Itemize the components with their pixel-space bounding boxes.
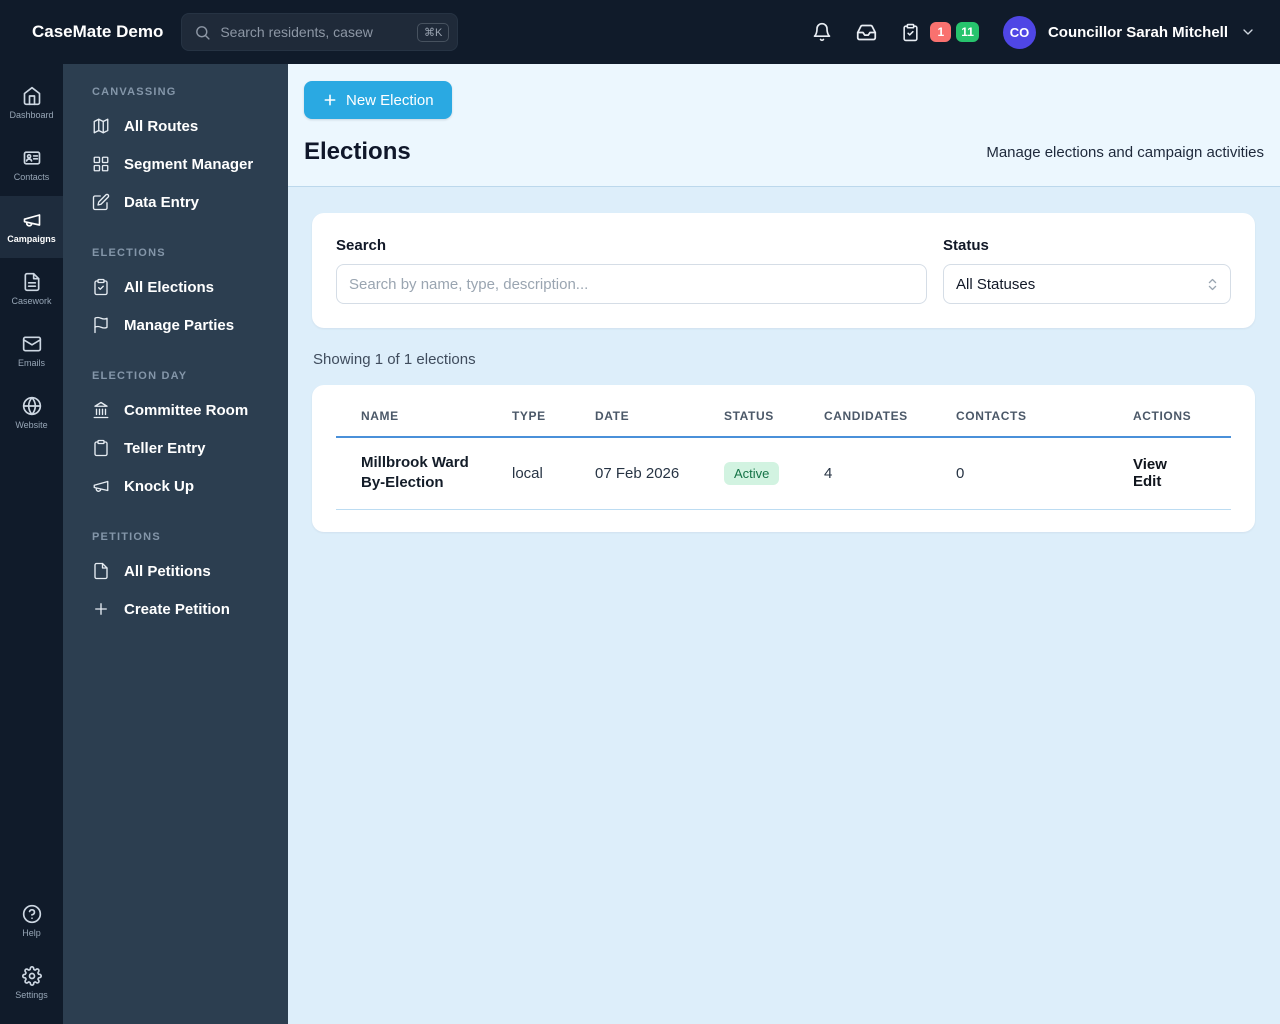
rail-item-campaigns[interactable]: Campaigns xyxy=(0,196,63,258)
avatar: CO xyxy=(1002,15,1036,49)
column-header-date: Date xyxy=(587,391,716,438)
rail-item-dashboard[interactable]: Dashboard xyxy=(0,72,63,134)
section-election-day: ELECTION DAY Committee Room Teller Entry… xyxy=(63,370,288,505)
pencil-icon xyxy=(92,193,110,211)
column-header-type: Type xyxy=(504,391,587,438)
column-header-contacts: Contacts xyxy=(948,391,1125,438)
sidebar-item-committee-room[interactable]: Committee Room xyxy=(63,391,288,429)
search-label: Search xyxy=(336,237,387,254)
rail-item-settings[interactable]: Settings xyxy=(0,952,63,1014)
section-title: PETITIONS xyxy=(92,531,161,543)
flag-icon xyxy=(92,316,110,334)
rail-item-contacts[interactable]: Contacts xyxy=(0,134,63,196)
cell-candidates-count: 4 xyxy=(816,437,948,510)
file-icon xyxy=(92,562,110,580)
plus-icon xyxy=(92,600,110,618)
global-search[interactable]: ⌘K xyxy=(181,13,459,51)
file-icon xyxy=(22,272,42,292)
table-row: Millbrook Ward By-Election local 07 Feb … xyxy=(336,437,1231,510)
rail-item-emails[interactable]: Emails xyxy=(0,320,63,382)
alert-badge-red[interactable]: 1 xyxy=(930,22,952,42)
status-label: Status xyxy=(943,237,989,254)
help-icon xyxy=(22,904,42,924)
search-shortcut-badge: ⌘K xyxy=(416,22,450,42)
app-title: CaseMate Demo xyxy=(32,22,164,41)
user-name: Councillor Sarah Mitchell xyxy=(1047,23,1228,41)
cell-election-date: 07 Feb 2026 xyxy=(587,437,716,510)
user-menu[interactable]: CO Councillor Sarah Mitchell xyxy=(1002,15,1256,49)
column-header-name: Name xyxy=(336,391,504,438)
alert-badge-green[interactable]: 11 xyxy=(956,22,979,42)
sidebar-item-all-petitions[interactable]: All Petitions xyxy=(63,552,288,590)
elections-search-input[interactable] xyxy=(336,264,927,304)
building-icon xyxy=(92,401,110,419)
plus-icon xyxy=(322,92,338,108)
sidebar-item-teller-entry[interactable]: Teller Entry xyxy=(63,429,288,467)
contacts-icon xyxy=(22,148,42,168)
section-title: ELECTION DAY xyxy=(92,370,188,382)
status-select[interactable]: All Statuses xyxy=(943,264,1231,304)
rail-item-casework[interactable]: Casework xyxy=(0,258,63,320)
chevrons-up-down-icon xyxy=(1205,277,1220,292)
view-button[interactable]: View xyxy=(1133,456,1167,473)
results-summary: Showing 1 of 1 elections xyxy=(313,351,476,368)
envelope-icon xyxy=(22,334,42,354)
home-icon xyxy=(22,86,42,106)
gear-icon xyxy=(21,966,42,986)
section-elections: ELECTIONS All Elections Manage Parties xyxy=(63,247,288,344)
section-canvassing: CANVASSING All Routes Segment Manager Da… xyxy=(63,86,288,221)
megaphone-icon xyxy=(22,210,42,230)
page-title: Elections xyxy=(304,138,411,165)
tasks-icon[interactable] xyxy=(901,23,920,42)
sidebar-item-manage-parties[interactable]: Manage Parties xyxy=(63,306,288,344)
campaigns-sidebar: CANVASSING All Routes Segment Manager Da… xyxy=(63,64,288,1024)
column-header-status: Status xyxy=(716,391,816,438)
inbox-icon[interactable] xyxy=(856,22,877,43)
section-petitions: PETITIONS All Petitions Create Petition xyxy=(63,531,288,628)
sidebar-item-all-routes[interactable]: All Routes xyxy=(63,107,288,145)
status-badge: Active xyxy=(724,461,780,485)
clipboard-icon xyxy=(92,439,110,457)
edit-button[interactable]: Edit xyxy=(1133,473,1161,490)
cell-election-name: Millbrook Ward By-Election xyxy=(336,437,504,510)
cell-contacts-count: 0 xyxy=(948,437,1125,510)
global-search-input[interactable] xyxy=(220,24,408,40)
filter-panel: Search Status All Statuses xyxy=(312,213,1255,328)
sidebar-item-segment-manager[interactable]: Segment Manager xyxy=(63,145,288,183)
sidebar-item-all-elections[interactable]: All Elections xyxy=(63,268,288,306)
new-election-button[interactable]: New Election xyxy=(304,81,452,119)
column-header-candidates: Candidates xyxy=(816,391,948,438)
map-icon xyxy=(92,117,110,135)
table-header-row: Name Type Date Status Candidates Contact… xyxy=(336,391,1231,438)
cell-election-type: local xyxy=(504,437,587,510)
chevron-down-icon xyxy=(1240,24,1256,40)
column-header-actions: Actions xyxy=(1125,391,1231,438)
sidebar-item-create-petition[interactable]: Create Petition xyxy=(63,590,288,628)
main-content: New Election Elections Manage elections … xyxy=(288,64,1280,1024)
elections-table: Name Type Date Status Candidates Contact… xyxy=(336,391,1231,510)
megaphone-icon xyxy=(92,477,110,495)
elections-table-card: Name Type Date Status Candidates Contact… xyxy=(312,385,1255,532)
cell-election-status: Active xyxy=(716,437,816,510)
rail-item-help[interactable]: Help xyxy=(0,890,63,952)
section-title: ELECTIONS xyxy=(92,247,166,259)
globe-icon xyxy=(22,396,42,416)
status-select-value: All Statuses xyxy=(956,275,1036,293)
page-subtitle: Manage elections and campaign activities xyxy=(986,143,1264,161)
bell-icon[interactable] xyxy=(812,22,832,42)
sidebar-item-data-entry[interactable]: Data Entry xyxy=(63,183,288,221)
clipboard-icon xyxy=(92,278,110,296)
top-header: CaseMate Demo ⌘K 1 11 CO Councillor Sara… xyxy=(0,0,1280,64)
rail-item-website[interactable]: Website xyxy=(0,382,63,444)
sidebar-item-knock-up[interactable]: Knock Up xyxy=(63,467,288,505)
grid-icon xyxy=(92,155,110,173)
cell-actions: View Edit xyxy=(1125,437,1231,510)
icon-rail: Dashboard Contacts Campaigns Casework Em… xyxy=(0,64,63,1024)
search-icon xyxy=(194,24,211,41)
section-title: CANVASSING xyxy=(92,86,177,98)
